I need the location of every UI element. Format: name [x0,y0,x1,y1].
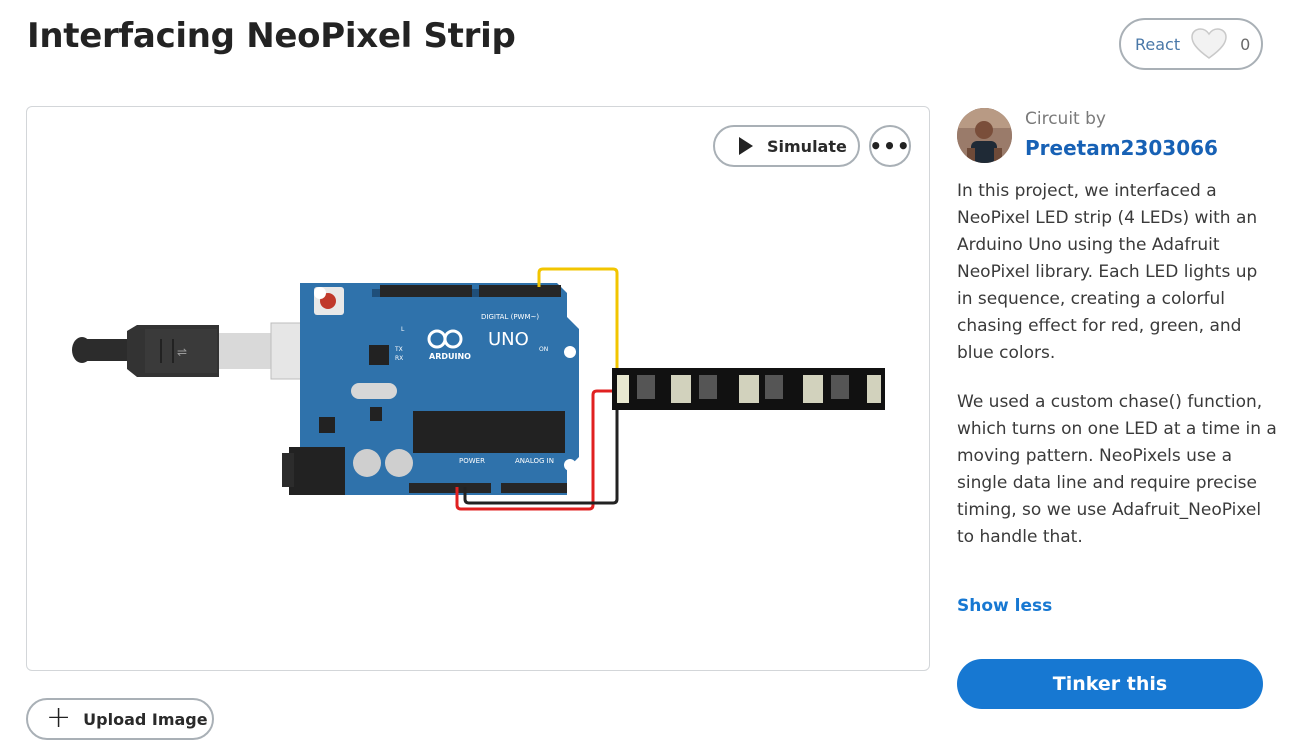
show-less-link[interactable]: Show less [957,596,1052,616]
author-link[interactable]: Preetam2303066 [1025,136,1218,160]
simulate-button[interactable]: Simulate [713,125,860,167]
svg-text:⇌: ⇌ [177,345,187,359]
digital-label: DIGITAL (PWM~) [481,313,539,321]
play-icon [739,137,753,155]
react-count: 0 [1240,34,1251,54]
rx-label: RX [395,355,403,362]
description-paragraph: We used a custom chase() function, which… [957,392,1277,547]
avatar[interactable] [957,108,1012,163]
on-label: ON [539,346,548,353]
usb-cable: ⇌ [72,322,332,380]
more-icon: ••• [869,134,911,158]
circuit-by-label: Circuit by [1025,109,1106,129]
circuit-viewer[interactable]: ⇌ ARDUINO UNO DIGITAL (PWM~) POWER ANALO… [26,106,930,671]
analog-label: ANALOG IN [515,457,554,465]
react-label: React [1135,34,1181,54]
description-paragraph: In this project, we interfaced a NeoPixe… [957,181,1258,363]
arduino-board: ARDUINO UNO DIGITAL (PWM~) POWER ANALOG … [282,283,579,495]
upload-image-button[interactable]: + Upload Image [26,698,214,740]
tinker-this-button[interactable]: Tinker this [957,659,1263,709]
heart-icon [1190,27,1228,61]
board-brand: ARDUINO [429,352,471,361]
page-title: Interfacing NeoPixel Strip [27,16,516,56]
board-model: UNO [488,329,529,350]
react-button[interactable]: React 0 [1119,18,1263,70]
more-options-button[interactable]: ••• [869,125,911,167]
plus-icon: + [46,699,72,735]
simulate-label: Simulate [767,136,847,156]
upload-label: Upload Image [83,709,208,729]
neopixel-strip [612,368,885,410]
power-label: POWER [459,457,485,465]
circuit-diagram: ⇌ ARDUINO UNO DIGITAL (PWM~) POWER ANALO… [72,267,885,511]
tx-label: TX [394,346,403,353]
